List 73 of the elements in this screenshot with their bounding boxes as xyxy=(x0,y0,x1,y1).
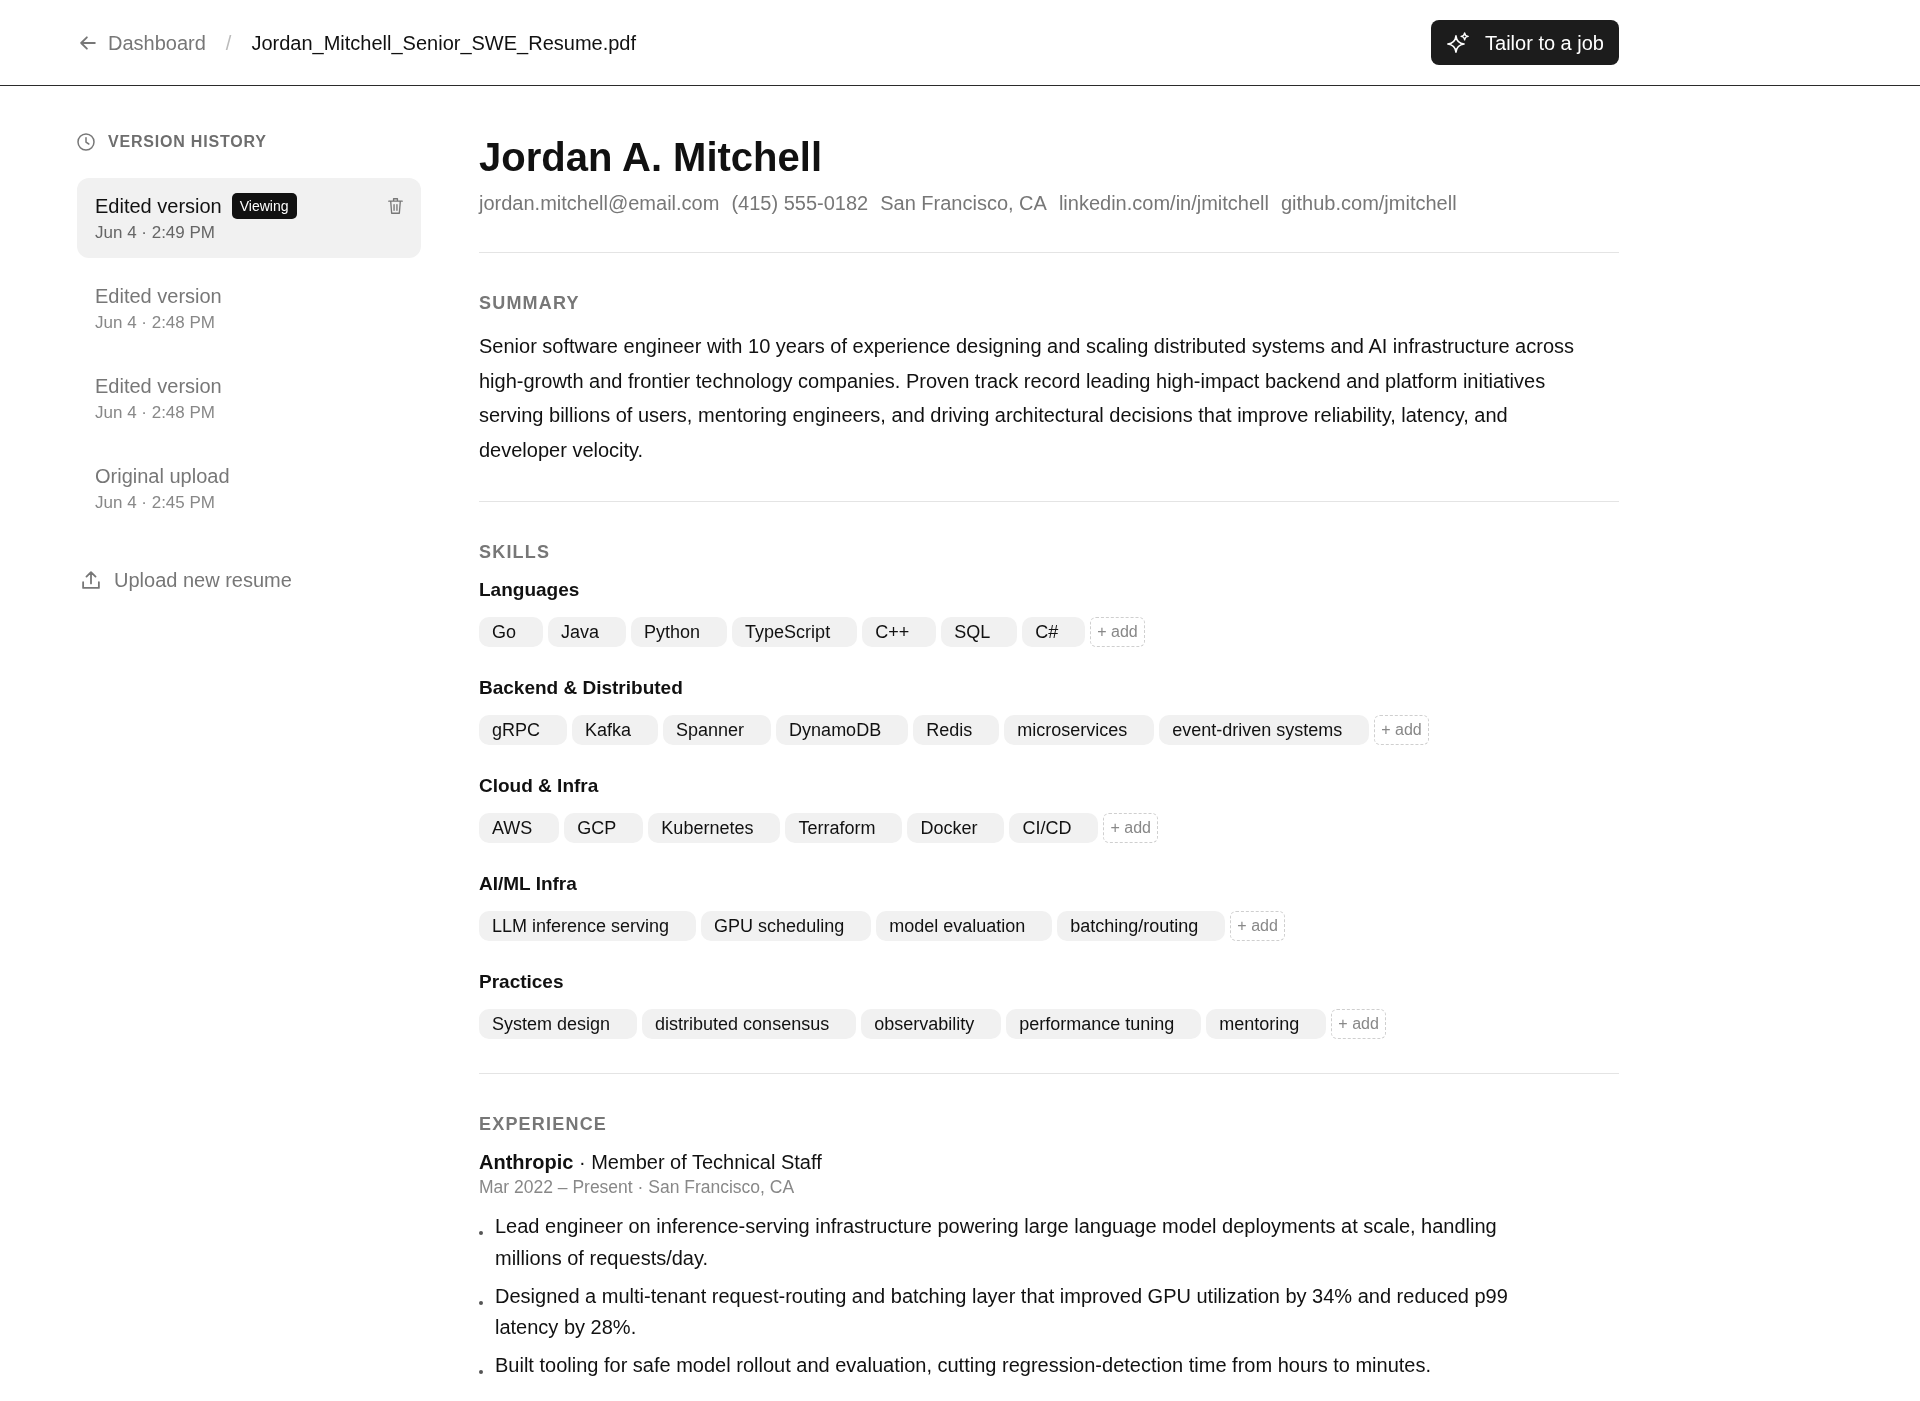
skill-tag: SQL xyxy=(941,617,1018,648)
contact-item: San Francisco, CA xyxy=(880,191,1047,215)
upload-link[interactable]: Upload new resume xyxy=(82,568,292,592)
skill-tag: event-driven systems xyxy=(1159,715,1370,746)
skill-group-title: Cloud & Infra xyxy=(479,774,600,799)
bullet-text: Designed a multi-tenant request-routing and batching layer that improved GPU utilization by 34% and reduced p99 latency by 28%. xyxy=(495,1283,1509,1341)
section-heading: SUMMARY xyxy=(479,292,581,314)
skill-tag: LLM inference serving xyxy=(479,911,697,942)
skill-tag: Spanner xyxy=(663,715,772,746)
add-skill-button[interactable]: + add xyxy=(1090,617,1145,648)
skill-tag: Go xyxy=(479,617,543,648)
add-skill-button[interactable]: + add xyxy=(1230,911,1285,942)
add-skill-button[interactable]: + add xyxy=(1103,813,1158,844)
bullet-text: Built tooling for safe model rollout and evaluation, cutting regression-detection time from hours to minutes. xyxy=(495,1352,1432,1378)
version-item[interactable]: Edited version Jun 4 · 2:48 PM xyxy=(77,358,421,438)
skill-tag: Kubernetes xyxy=(648,813,781,844)
skill-tag: Java xyxy=(548,617,627,648)
skill-tag: C++ xyxy=(862,617,937,648)
skill-tag: model evaluation xyxy=(876,911,1053,942)
section-heading: EXPERIENCE xyxy=(479,1113,609,1136)
skill-tag: CI/CD xyxy=(1009,813,1099,844)
contact-item: github.com/jmitchell xyxy=(1281,191,1457,215)
skill-tag: TypeScript xyxy=(732,617,858,648)
add-skill-button[interactable]: + add xyxy=(1331,1009,1386,1040)
contact-item: (415) 555-0182 xyxy=(731,191,869,215)
contact-item: jordan.mitchell@email.com xyxy=(479,191,720,215)
skill-tag: mentoring xyxy=(1206,1009,1327,1040)
back-link[interactable]: Dashboard xyxy=(80,30,206,55)
sparkle-icon xyxy=(1447,32,1470,53)
breadcrumb-separator: / xyxy=(225,30,232,55)
version-item[interactable]: Edited version Jun 4 · 2:48 PM xyxy=(77,268,421,348)
trash-icon[interactable] xyxy=(388,197,403,215)
skill-tag: Terraform xyxy=(785,813,903,844)
section-heading: VERSION HISTORY xyxy=(108,132,267,152)
skill-tag: microservices xyxy=(1004,715,1155,746)
skill-tag: batching/routing xyxy=(1057,911,1226,942)
skill-tag: AWS xyxy=(479,813,560,844)
skill-tag: Python xyxy=(631,617,728,648)
skill-tag: distributed consensus xyxy=(642,1009,857,1040)
tailor-job-button[interactable]: Tailor to a job xyxy=(1431,20,1619,65)
skill-group-title: AI/ML Infra xyxy=(479,872,578,897)
upload-icon xyxy=(82,571,100,589)
skill-tag: Redis xyxy=(913,715,1000,746)
skill-group-title: Backend & Distributed xyxy=(479,676,684,701)
skill-group-title: Languages xyxy=(479,578,581,603)
candidate-name: Jordan A. Mitchell xyxy=(479,134,823,181)
skill-tag: System design xyxy=(479,1009,638,1040)
version-item[interactable]: Edited version Viewing Jun 4 · 2:49 PM xyxy=(77,178,421,258)
back-arrow-icon xyxy=(80,35,96,50)
clock-icon xyxy=(77,133,95,151)
skill-tag: Docker xyxy=(907,813,1005,844)
skill-tag: C# xyxy=(1022,617,1086,648)
skill-tag: DynamoDB xyxy=(776,715,909,746)
skill-tag: GCP xyxy=(564,813,644,844)
version-item[interactable]: Original upload Jun 4 · 2:45 PM xyxy=(77,448,421,528)
job-meta: Mar 2022 – Present · San Francisco, CA xyxy=(479,1177,796,1199)
skill-tag: performance tuning xyxy=(1006,1009,1202,1040)
contact-item: linkedin.com/in/jmitchell xyxy=(1058,191,1269,215)
summary-text: Senior software engineer with 10 years of experience designing and scaling distributed systems and AI infrastructure across high-growth and frontier technology companies. Proven track record leading high-impact backend and platform initiatives serving billions of users, mentoring engineers, and driving architectural decisions that improve reliability, latency, and developer velocity. xyxy=(479,334,1576,463)
bullet-icon xyxy=(479,1369,483,1374)
skill-tag: Kafka xyxy=(572,715,659,746)
skill-tag: GPU scheduling xyxy=(701,911,872,942)
bullet-icon xyxy=(479,1300,483,1305)
skill-tag: gRPC xyxy=(479,715,567,746)
job-title: Anthropic · Member of Technical Staff xyxy=(479,1150,823,1175)
bullet-text: Lead engineer on inference-serving infrastructure powering large language model deployments at scale, handling millions of requests/day. xyxy=(495,1214,1498,1271)
skill-tag: observability xyxy=(861,1009,1002,1040)
section-heading: SKILLS xyxy=(479,541,552,564)
bullet-icon xyxy=(479,1231,483,1236)
file-name: Jordan_Mitchell_Senior_SWE_Resume.pdf xyxy=(251,30,637,55)
skill-group-title: Practices xyxy=(479,970,565,995)
status-badge: Viewing xyxy=(231,193,297,219)
add-skill-button[interactable]: + add xyxy=(1374,715,1429,746)
